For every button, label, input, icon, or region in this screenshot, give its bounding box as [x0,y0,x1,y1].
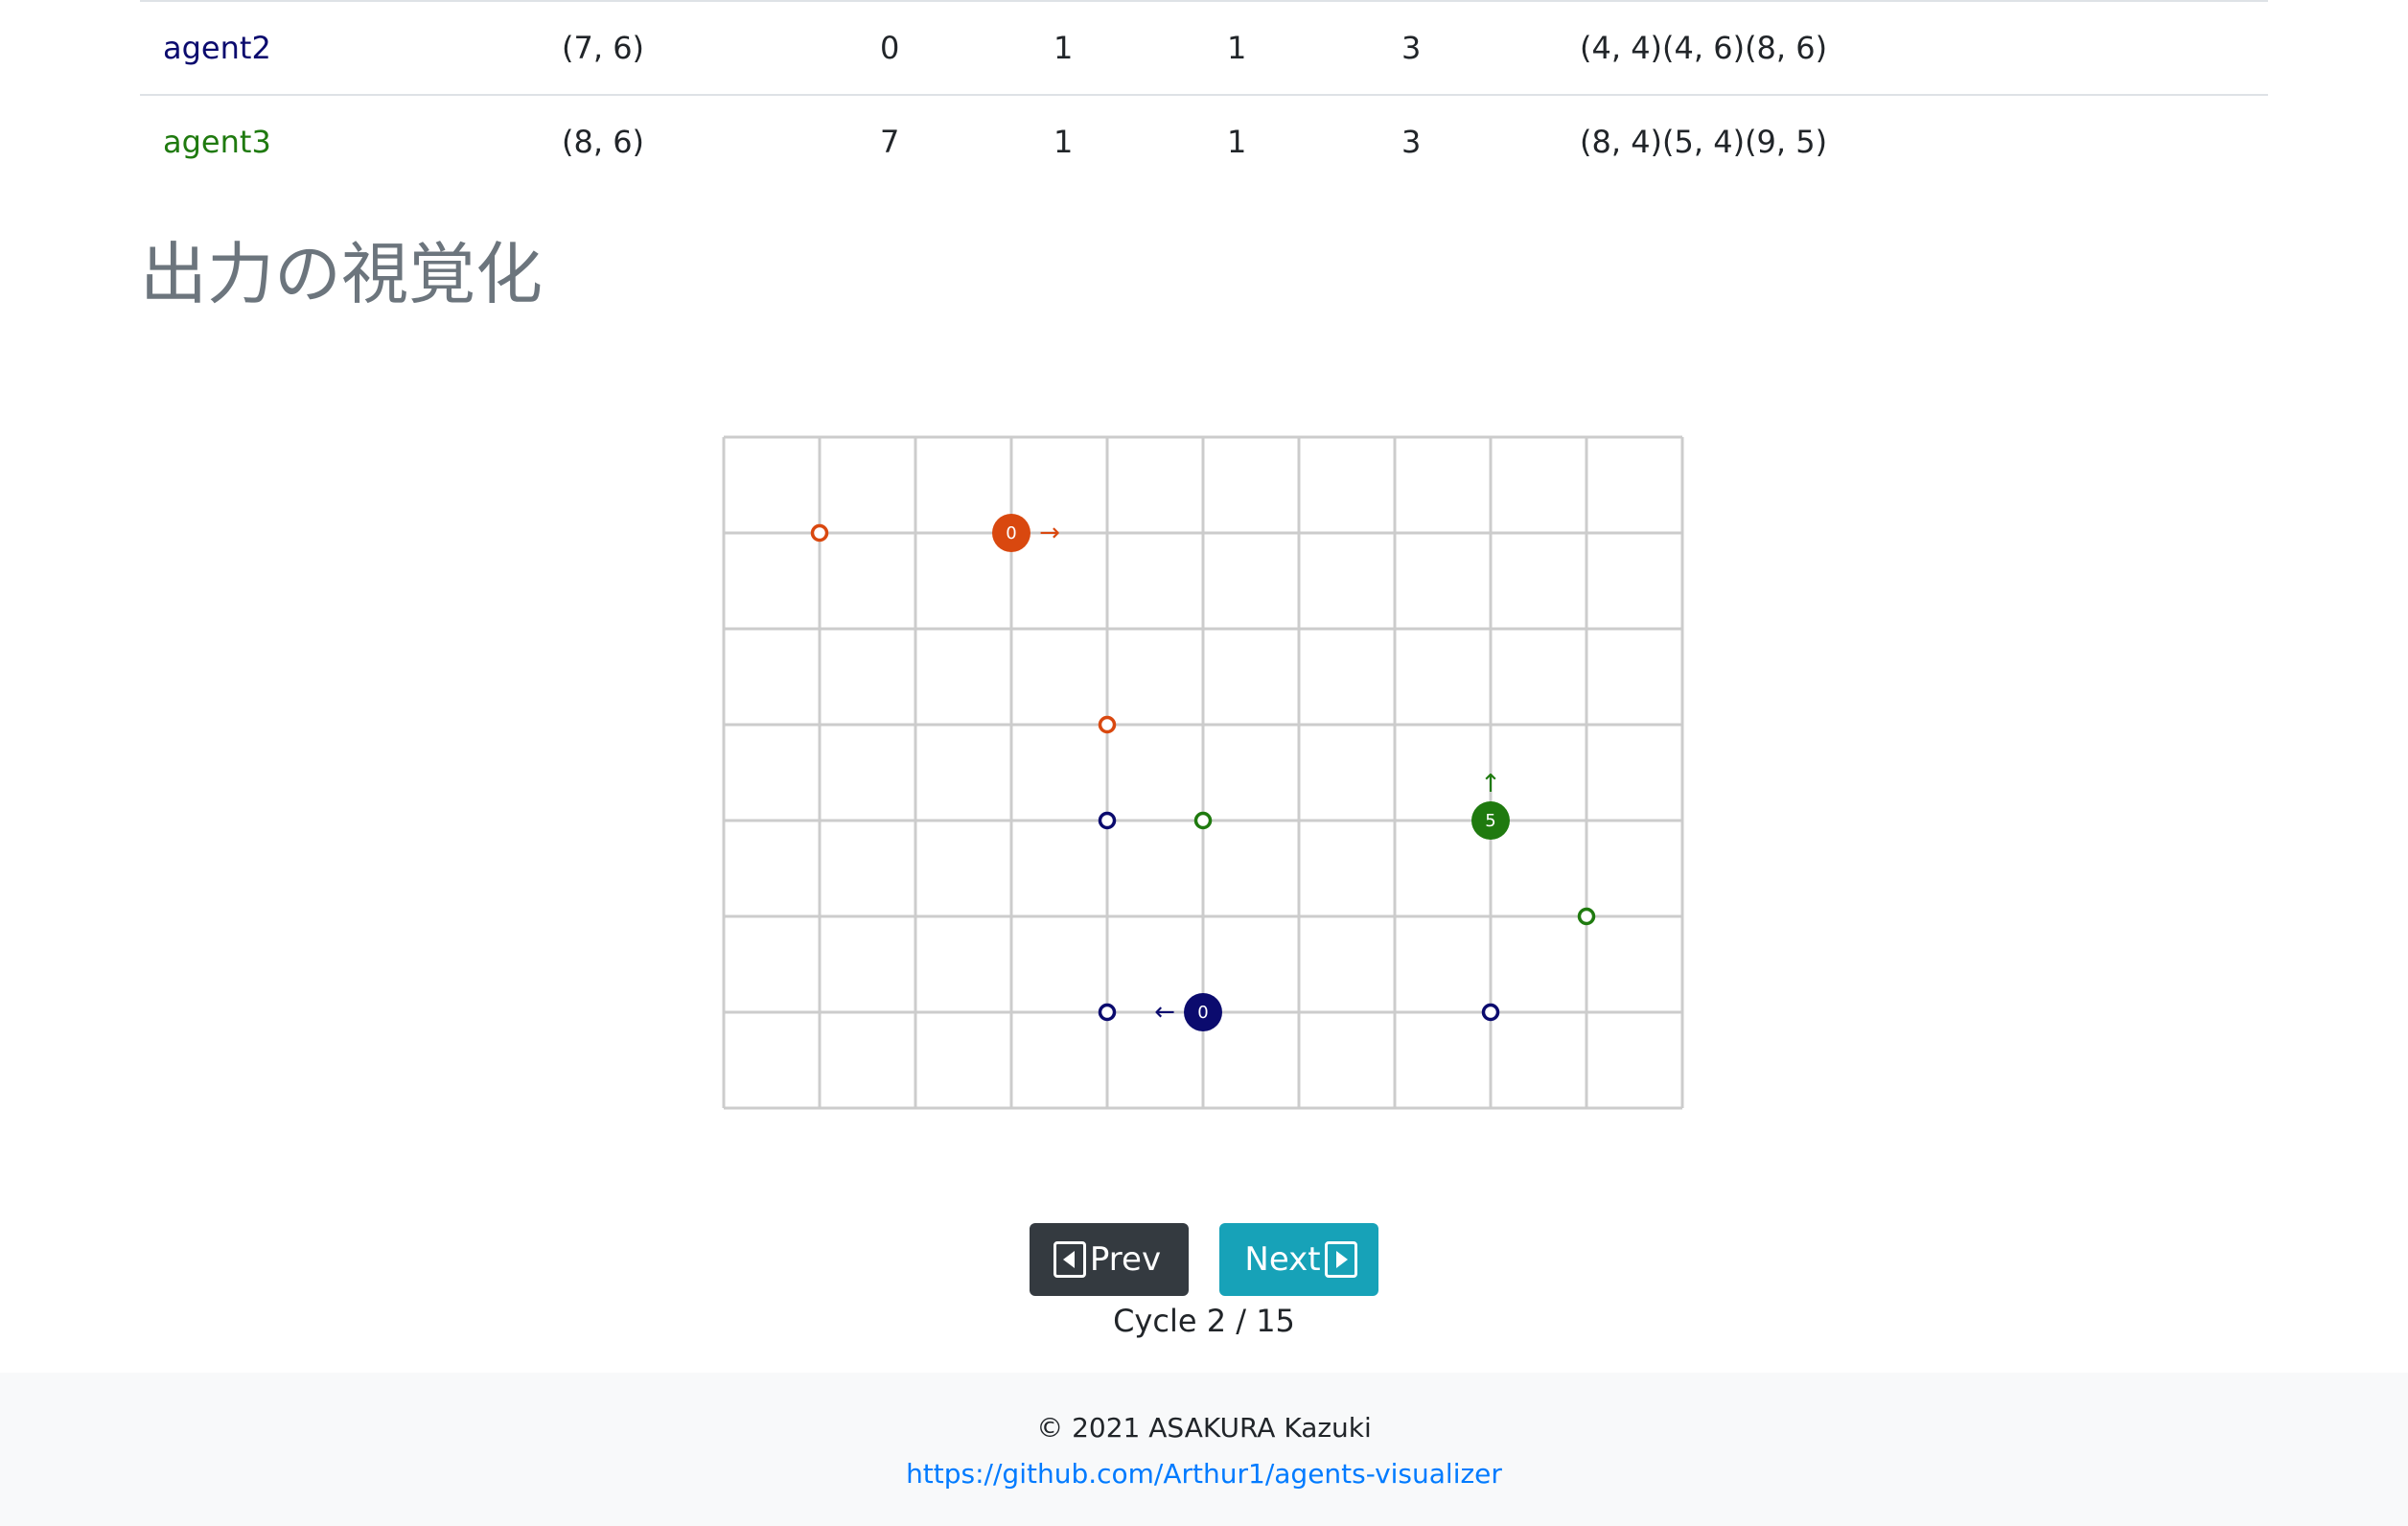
table-row: agent2 (7, 6) 0 1 1 3 (4, 4)(4, 6)(8, 6) [140,0,2268,96]
agent-label: 5 [1485,811,1495,831]
agent-name: agent2 [163,30,271,66]
agent-targets: (4, 4)(4, 6)(8, 6) [1580,30,1828,66]
caret-left-icon [1053,1241,1086,1278]
next-button[interactable]: Next [1219,1223,1378,1296]
agent-value-d: 3 [1401,30,1422,66]
target-marker [1481,1003,1500,1022]
agent-value-b: 1 [1054,30,1074,66]
agent-targets: (8, 4)(5, 4)(9, 5) [1580,124,1828,160]
caret-right-icon [1324,1241,1357,1278]
target-marker [810,523,829,543]
agent-label: 0 [1197,1003,1208,1023]
agent-value-a: 0 [880,30,900,66]
target-marker [1098,811,1117,830]
repository-link[interactable]: https://github.com/Arthur1/agents-visual… [0,1455,2408,1493]
grid-visualization: 0 → 0 ← 5 ↑ [721,434,1685,1110]
agent-label: 0 [1006,523,1016,543]
agent-start: (7, 6) [562,30,645,66]
table-row: agent3 (8, 6) 7 1 1 3 (8, 4)(5, 4)(9, 5) [140,94,2268,190]
agent-value-c: 1 [1227,30,1247,66]
footer: © 2021 ASAKURA Kazuki https://github.com… [0,1373,2408,1526]
prev-button-label: Prev [1089,1240,1162,1279]
direction-arrow: ↑ [1480,770,1501,798]
agent-value-b: 1 [1054,124,1074,160]
direction-arrow: ← [1154,998,1175,1027]
target-marker [1577,907,1596,926]
cycle-counter: Cycle 2 / 15 [1113,1303,1295,1339]
agent-start: (8, 6) [562,124,645,160]
agent-value-d: 3 [1401,124,1422,160]
copyright-text: © 2021 ASAKURA Kazuki [1036,1412,1372,1444]
direction-arrow: → [1039,519,1060,547]
section-title: 出力の視覚化 [140,235,543,313]
next-button-label: Next [1244,1240,1321,1279]
target-marker [1193,811,1213,830]
target-marker [1098,715,1117,734]
grid-canvas: 0 → 0 ← 5 ↑ [722,435,1684,1110]
target-marker [1098,1003,1117,1022]
agent-name: agent3 [163,124,271,160]
agent-value-c: 1 [1227,124,1247,160]
agent-value-a: 7 [880,124,900,160]
prev-button[interactable]: Prev [1030,1223,1189,1296]
